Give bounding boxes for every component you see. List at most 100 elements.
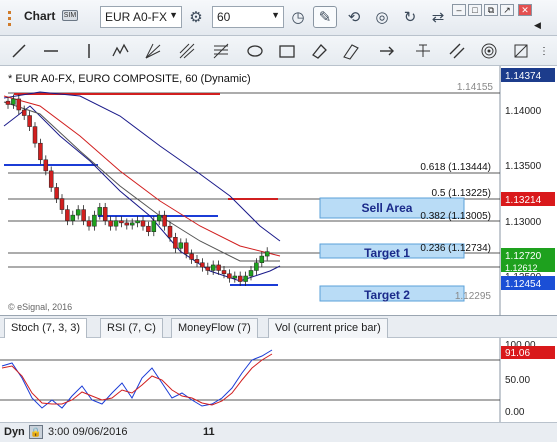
- clock-icon[interactable]: ◷: [286, 6, 310, 28]
- fib-label-500: 0.5 (1.13225): [432, 188, 492, 199]
- last-price-text: 1.14374: [505, 71, 542, 82]
- draw-pencil-icon[interactable]: ✎: [313, 6, 337, 28]
- candle-body: [264, 251, 270, 257]
- symbol-value: EUR A0-FX: [105, 10, 168, 24]
- price-tick-3: 1.13000: [505, 217, 542, 228]
- candle-body: [151, 220, 157, 232]
- candle-body: [178, 242, 184, 249]
- sim-icon[interactable]: SIM: [62, 10, 78, 21]
- candle-body: [259, 255, 265, 263]
- fib-label-236: 0.236 (1.12734): [420, 243, 491, 254]
- elliott-wave-icon[interactable]: [110, 40, 132, 62]
- candle-body: [5, 100, 11, 105]
- tab-moneyflow[interactable]: MoneyFlow (7): [171, 318, 258, 338]
- horizontal-line-icon[interactable]: [40, 40, 62, 62]
- candle-body: [200, 262, 205, 268]
- window-menu-icon[interactable]: [0, 0, 18, 36]
- channel-icon[interactable]: [446, 40, 468, 62]
- green-price-text: 1.12720: [505, 251, 542, 262]
- status-bar: Dyn 🔒 3:00 09/06/2016 11: [0, 422, 557, 442]
- stoch-value-text: 91.06: [505, 348, 530, 359]
- candle-body: [16, 98, 22, 111]
- rectangle-icon[interactable]: [276, 40, 298, 62]
- stoch-d-line: [1, 353, 273, 406]
- price-chart[interactable]: Sell Area Target 1 Target 2 0.618 (1.134…: [0, 66, 557, 316]
- chart-toolbar: Chart SIM EUR A0-FX ▼ ⚙ 60 ▼ ◷ ✎ ⟲ ◎ ↻ ⇄…: [0, 0, 557, 36]
- eraser-icon[interactable]: [308, 40, 330, 62]
- candle-body: [65, 209, 70, 221]
- candle-body: [38, 142, 43, 161]
- candle-body: [156, 214, 162, 221]
- candle-body: [113, 220, 119, 227]
- candle-body: [32, 126, 38, 144]
- study-icon[interactable]: ⟲: [342, 6, 366, 28]
- refresh-icon[interactable]: ↻: [398, 6, 422, 28]
- red-price-text: 1.13214: [505, 195, 542, 206]
- moving-average-red: [3, 95, 281, 257]
- toolbar-more-icon[interactable]: ◀: [534, 20, 541, 31]
- candle-body: [59, 198, 65, 210]
- candle-body: [146, 225, 151, 232]
- parallel-channel-icon[interactable]: [340, 40, 362, 62]
- blue-price-text: 1.12454: [505, 279, 542, 290]
- cycle-lines-icon[interactable]: [478, 40, 500, 62]
- arrow-icon[interactable]: [376, 40, 398, 62]
- stoch-k-line: [1, 349, 273, 409]
- candle-body: [194, 259, 200, 263]
- candle-body: [221, 270, 227, 275]
- stochastic-canvas[interactable]: 100.00 50.00 0.00 91.06: [0, 338, 557, 422]
- target-2-label: Target 2: [364, 288, 410, 302]
- candle-body: [21, 109, 27, 116]
- candle-body: [183, 242, 189, 255]
- candle-body: [81, 209, 86, 221]
- tab-volume[interactable]: Vol (current price bar): [268, 318, 388, 338]
- candle-body: [248, 270, 254, 277]
- candle-body: [129, 222, 135, 226]
- fibonacci-icon[interactable]: [210, 40, 232, 62]
- chart-header: * EUR A0-FX, EURO COMPOSITE, 60 (Dynamic…: [8, 73, 251, 85]
- ellipse-icon[interactable]: [244, 40, 266, 62]
- popout-icon[interactable]: ↗: [500, 4, 514, 16]
- maximize-icon[interactable]: □: [468, 4, 482, 16]
- candle-body: [108, 220, 113, 227]
- low-label: 1.12295: [455, 291, 492, 302]
- tab-rsi[interactable]: RSI (7, C): [100, 318, 163, 338]
- candle-body: [86, 220, 92, 227]
- compare-icon[interactable]: ◎: [370, 6, 394, 28]
- candle-body: [124, 222, 130, 226]
- candle-body: [27, 115, 32, 127]
- symbol-input[interactable]: EUR A0-FX ▼: [100, 6, 182, 28]
- price-tick-1: 1.14000: [505, 106, 542, 117]
- candle-body: [237, 275, 243, 282]
- candle-body: [173, 237, 178, 249]
- speed-lines-icon[interactable]: [510, 40, 532, 62]
- tab-stoch[interactable]: Stoch (7, 3, 3): [4, 318, 88, 338]
- candle-body: [43, 159, 49, 172]
- chevron-down-icon[interactable]: ▼: [169, 10, 178, 20]
- price-chart-canvas[interactable]: Sell Area Target 1 Target 2 0.618 (1.134…: [0, 66, 557, 316]
- trendline-icon[interactable]: [8, 40, 30, 62]
- chevron-down-icon[interactable]: ▼: [271, 10, 280, 20]
- gear-icon[interactable]: ⚙: [184, 6, 208, 28]
- link-icon[interactable]: ⇄: [426, 6, 450, 28]
- candle-body: [11, 98, 16, 105]
- fib-label-618: 0.618 (1.13444): [420, 162, 491, 173]
- candle-body: [97, 207, 103, 216]
- vertical-line-icon[interactable]: [78, 40, 100, 62]
- close-icon[interactable]: ✕: [518, 4, 532, 16]
- stochastic-pane[interactable]: 100.00 50.00 0.00 91.06: [0, 338, 557, 422]
- restore-icon[interactable]: ⧉: [484, 4, 498, 16]
- fib-label-382: 0.382 (1.13005): [420, 211, 491, 222]
- more-tools-icon[interactable]: ⋮: [536, 40, 552, 62]
- candle-body: [167, 225, 173, 238]
- candle-body: [135, 220, 140, 224]
- lock-icon[interactable]: 🔒: [29, 425, 43, 439]
- interval-input[interactable]: 60 ▼: [212, 6, 284, 28]
- fan-lines-icon[interactable]: [142, 40, 164, 62]
- cursor-datetime: 3:00 09/06/2016: [48, 426, 128, 438]
- minimize-icon[interactable]: –: [452, 4, 466, 16]
- pitchfork-icon[interactable]: [176, 40, 198, 62]
- drawing-toolbar: ⋮: [0, 36, 557, 66]
- candle-body: [92, 214, 97, 227]
- text-tool-icon[interactable]: [412, 40, 434, 62]
